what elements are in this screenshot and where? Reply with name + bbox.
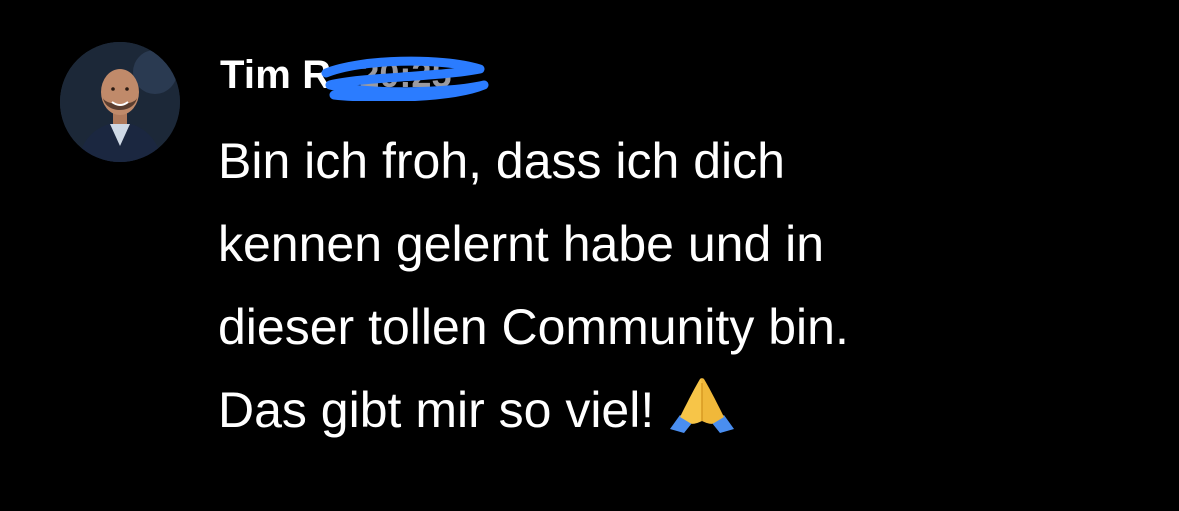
- message-line: Bin ich froh, dass ich dich: [218, 133, 785, 189]
- chat-message: Tim R 20:25 Bin ich froh, dass ich dich …: [0, 0, 1179, 511]
- message-line-last: Das gibt mir so viel!: [218, 369, 1118, 452]
- author-name-text: Tim R: [220, 52, 332, 97]
- folded-hands-icon: [670, 378, 735, 433]
- message-body: Bin ich froh, dass ich dich kennen geler…: [218, 120, 1118, 452]
- message-line-text: Das gibt mir so viel!: [218, 382, 655, 438]
- message-line: dieser tollen Community bin.: [218, 299, 849, 355]
- author-name[interactable]: Tim R: [220, 52, 489, 101]
- avatar-photo-icon: [60, 42, 180, 162]
- message-header: Tim R 20:25: [220, 50, 489, 101]
- redaction-scribble: [321, 56, 489, 101]
- avatar[interactable]: [60, 42, 180, 162]
- message-line: kennen gelernt habe und in: [218, 216, 825, 272]
